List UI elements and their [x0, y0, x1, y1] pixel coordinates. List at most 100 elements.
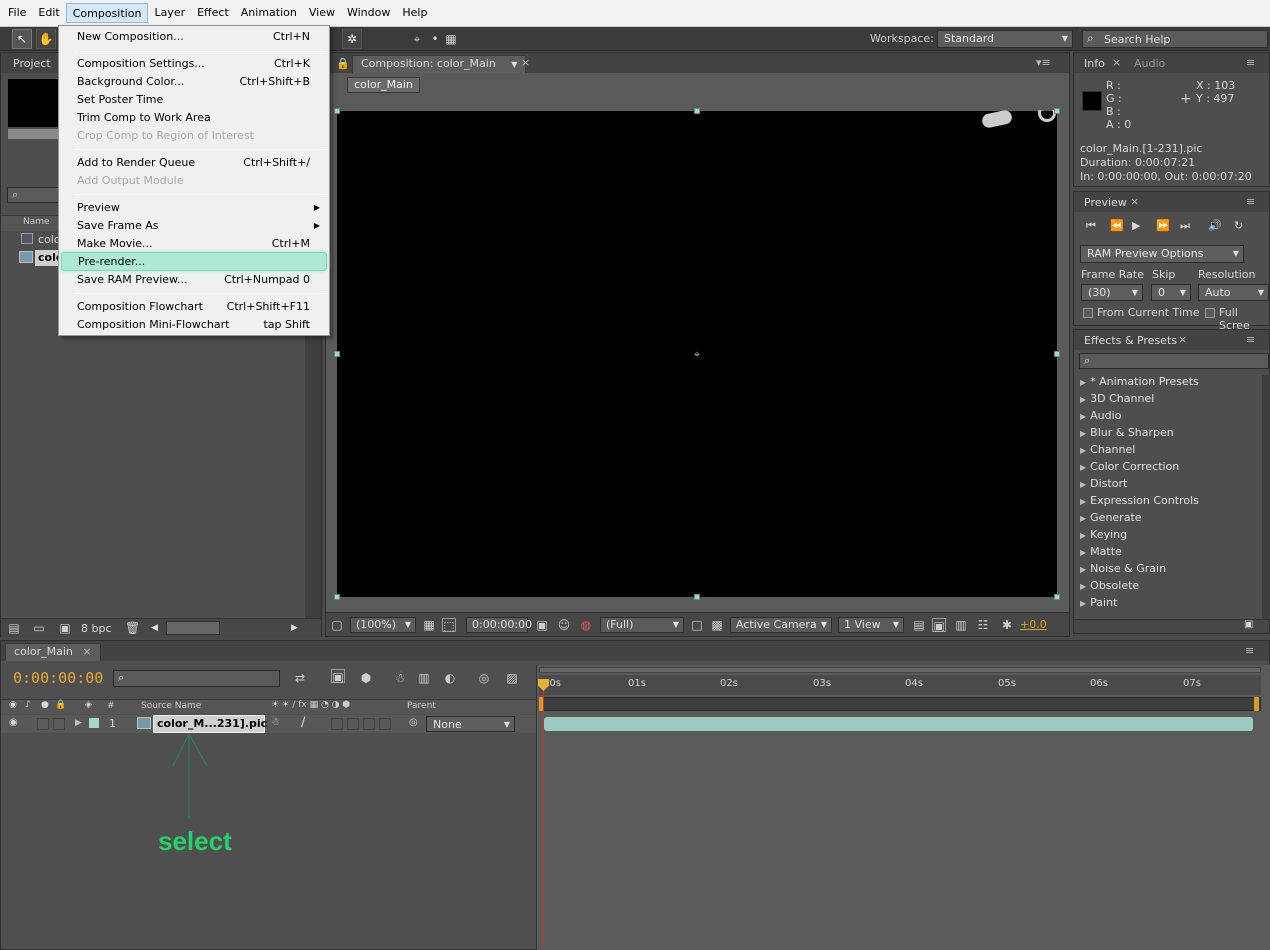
effect-category[interactable]: ▶ Matte	[1080, 545, 1122, 558]
comp-breadcrumb[interactable]: color_Main	[347, 77, 420, 93]
transparency-grid-icon[interactable]: ▩	[710, 618, 724, 632]
hide-shy-layers-icon[interactable]: ☃	[393, 671, 407, 685]
preview-tab[interactable]: Preview	[1084, 196, 1127, 209]
scroll-left-icon[interactable]: ◀	[151, 623, 158, 633]
menu-item-composition-flowchart[interactable]: Composition Flowchart Ctrl+Shift+F11	[60, 298, 328, 316]
effect-category[interactable]: ▶ Audio	[1080, 409, 1121, 422]
timeline-icon[interactable]: ▥	[954, 618, 968, 632]
view-layout-dropdown[interactable]: 1 View ▼	[838, 617, 904, 633]
close-tab-icon[interactable]: ×	[1178, 333, 1187, 346]
menu-item-save-ram-preview[interactable]: Save RAM Preview... Ctrl+Numpad 0	[60, 271, 328, 289]
skip-dropdown[interactable]: 0 ▼	[1151, 284, 1191, 301]
transform-handle[interactable]	[1054, 594, 1060, 600]
transform-handle[interactable]	[334, 108, 340, 114]
panel-menu-icon[interactable]: ≡	[1246, 195, 1255, 208]
graph-editor-icon[interactable]: ▨	[505, 671, 519, 685]
3d-layer-switch[interactable]	[379, 718, 391, 730]
project-tab[interactable]: Project	[13, 57, 51, 70]
color-channels-icon[interactable]: ◍	[579, 618, 593, 632]
effect-category[interactable]: ▶ Distort	[1080, 477, 1127, 490]
camera-dropdown[interactable]: Active Camera ▼	[730, 617, 832, 633]
next-frame-icon[interactable]: ⏩	[1156, 219, 1170, 232]
exposure-value[interactable]: +0.0	[1020, 618, 1047, 631]
audio-tab[interactable]: Audio	[1134, 57, 1165, 70]
menu-layer[interactable]: Layer	[148, 3, 191, 23]
new-comp-icon[interactable]: ▣	[58, 621, 72, 635]
audio-icon[interactable]: 🔊	[1208, 219, 1222, 232]
close-tab-icon[interactable]: ×	[1130, 195, 1139, 208]
layer-visibility-icon[interactable]: ◉	[9, 717, 18, 728]
timeline-tab[interactable]: color_Main ×	[5, 643, 101, 661]
workspace-dropdown[interactable]: Standard ▼	[937, 30, 1073, 48]
parent-column-header[interactable]: Parent	[407, 701, 436, 711]
effect-category[interactable]: ▶ Expression Controls	[1080, 494, 1199, 507]
transform-handle[interactable]	[694, 108, 700, 114]
time-navigator[interactable]	[539, 667, 1261, 673]
lock-icon[interactable]: 🔒	[55, 700, 66, 710]
label-icon[interactable]: ◈	[85, 700, 92, 710]
resolution-dropdown[interactable]: Auto ▼	[1198, 284, 1269, 301]
work-area-end-handle[interactable]	[1254, 697, 1259, 711]
layer-duration-bar[interactable]	[544, 717, 1253, 731]
expand-arrow-icon[interactable]: ▶	[75, 718, 82, 728]
pick-whip-icon[interactable]: ◎	[409, 717, 418, 728]
menu-item-save-frame-as[interactable]: Save Frame As ▶	[60, 217, 328, 235]
name-column-header[interactable]: Name	[23, 217, 50, 227]
region-of-interest-icon[interactable]: □	[690, 618, 704, 632]
quality-switch-icon[interactable]: ∕	[301, 715, 305, 730]
frame-blend-switch[interactable]	[347, 718, 359, 730]
mask-visibility-icon[interactable]: ⬚	[442, 618, 456, 633]
selection-tool-icon[interactable]: ↖	[12, 29, 32, 49]
label-color-swatch[interactable]	[89, 718, 99, 728]
transform-handle[interactable]	[1054, 351, 1060, 357]
timeline-search-input[interactable]: ⌕	[113, 670, 280, 687]
play-icon[interactable]: ▶	[1132, 219, 1140, 232]
anchor-point-icon[interactable]: ⌖	[690, 347, 704, 361]
menu-animation[interactable]: Animation	[235, 3, 303, 23]
solo-icon[interactable]: ●	[41, 700, 49, 710]
audio-icon[interactable]: ♪	[25, 700, 31, 710]
effect-category[interactable]: ▶ Color Correction	[1080, 460, 1179, 473]
horizontal-scroll-thumb[interactable]	[166, 621, 220, 635]
motion-blur-icon[interactable]: ◐	[443, 671, 457, 685]
puppet-pin-icon[interactable]: ✲	[342, 29, 362, 49]
effect-category[interactable]: ▶ Channel	[1080, 443, 1135, 456]
brainstorm-icon[interactable]: ◎	[477, 671, 491, 685]
menu-edit[interactable]: Edit	[32, 3, 65, 23]
menu-view[interactable]: View	[303, 3, 341, 23]
fast-previews-icon[interactable]: ▣	[932, 618, 946, 633]
frame-rate-dropdown[interactable]: (30) ▼	[1081, 284, 1143, 301]
exposure-reset-icon[interactable]: ✱	[1000, 618, 1014, 632]
live-update-icon[interactable]: ▣	[331, 669, 345, 684]
hand-tool-icon[interactable]: ✋	[36, 29, 56, 49]
shy-switch-icon[interactable]: ☃	[271, 717, 280, 728]
comp-mini-flowchart-icon[interactable]: ⇄	[293, 671, 307, 685]
safe-zones-icon[interactable]: ▦	[422, 618, 436, 632]
effect-category[interactable]: ▶ Obsolete	[1080, 579, 1139, 592]
composition-tab[interactable]: Composition: color_Main ▼	[352, 55, 527, 73]
flowchart-icon[interactable]: ☷	[976, 618, 990, 632]
close-tab-icon[interactable]: ×	[521, 56, 530, 69]
effect-category[interactable]: ▶ Noise & Grain	[1080, 562, 1166, 575]
switches-column-icons[interactable]: ☀ ✶ ∕ fx ▦ ◔ ◑ ⬢	[271, 700, 350, 710]
effect-category[interactable]: ▶ * Animation Presets	[1080, 375, 1199, 388]
transform-handle[interactable]	[694, 594, 700, 600]
grid-icon[interactable]: ▦	[444, 32, 458, 46]
menu-item-make-movie[interactable]: Make Movie... Ctrl+M	[60, 235, 328, 253]
lock-icon[interactable]: 🔒	[336, 57, 350, 70]
menu-effect[interactable]: Effect	[191, 3, 235, 23]
menu-item-composition-settings[interactable]: Composition Settings... Ctrl+K	[60, 55, 328, 73]
axis-icon[interactable]: ⌖	[410, 32, 424, 46]
menu-item-new-composition[interactable]: New Composition... Ctrl+N	[60, 28, 328, 46]
transform-handle[interactable]	[334, 594, 340, 600]
ram-preview-options-dropdown[interactable]: RAM Preview Options ▼	[1080, 245, 1244, 263]
motion-blur-switch[interactable]	[363, 718, 375, 730]
lock-toggle[interactable]	[53, 718, 65, 730]
scroll-right-icon[interactable]: ▶	[291, 623, 298, 633]
effect-category[interactable]: ▶ 3D Channel	[1080, 392, 1154, 405]
close-tab-icon[interactable]: ×	[82, 645, 91, 658]
bpc-label[interactable]: 8 bpc	[81, 622, 112, 635]
interpret-footage-icon[interactable]: ▤	[7, 621, 21, 635]
menu-item-background-color[interactable]: Background Color... Ctrl+Shift+B	[60, 73, 328, 91]
new-folder-icon[interactable]: ▣	[1244, 619, 1253, 630]
